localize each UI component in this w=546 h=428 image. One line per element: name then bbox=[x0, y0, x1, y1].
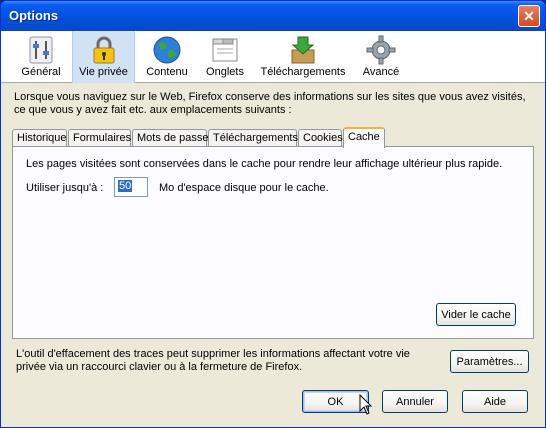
tab-passwords[interactable]: Mots de passe bbox=[132, 129, 209, 147]
title-bar[interactable]: Options ✕ bbox=[1, 1, 545, 31]
download-box-icon bbox=[291, 36, 315, 64]
clear-cache-button[interactable]: Vider le cache bbox=[436, 303, 516, 326]
privacy-description: Lorsque vous naviguez sur le Web, Firefo… bbox=[14, 91, 526, 116]
pane-label: Contenu bbox=[146, 66, 188, 78]
pane-advanced[interactable]: Avancé bbox=[355, 31, 407, 83]
tab-cache[interactable]: Cache bbox=[343, 127, 385, 148]
close-icon: ✕ bbox=[523, 7, 535, 24]
cancel-button[interactable]: Annuler bbox=[382, 390, 448, 413]
tab-forms[interactable]: Formulaires bbox=[68, 129, 131, 147]
tab-downloads[interactable]: Téléchargements bbox=[208, 129, 298, 147]
pane-label: Onglets bbox=[206, 66, 244, 78]
cache-size-unit: Mo d'espace disque pour le cache. bbox=[159, 182, 329, 194]
pane-label: Vie privée bbox=[79, 66, 128, 78]
gear-icon bbox=[366, 35, 396, 65]
help-button[interactable]: Aide bbox=[462, 390, 528, 413]
globe-icon bbox=[153, 36, 181, 64]
pane-downloads[interactable]: Téléchargements bbox=[254, 31, 352, 83]
pane-tabs[interactable]: Onglets bbox=[199, 31, 251, 83]
pane-privacy[interactable]: Vie privée bbox=[72, 31, 135, 83]
mouse-cursor-icon bbox=[359, 394, 373, 415]
cache-limit-label: Utiliser jusqu'à : bbox=[26, 182, 104, 194]
cache-size-value: 50 bbox=[118, 180, 133, 192]
tab-cookies[interactable]: Cookies bbox=[298, 129, 343, 147]
pane-label: Général bbox=[21, 66, 61, 78]
sanitize-description: L'outil d'effacement des traces peut sup… bbox=[16, 348, 410, 373]
general-sliders-icon bbox=[29, 36, 53, 64]
pane-label: Avancé bbox=[362, 66, 400, 78]
close-button[interactable]: ✕ bbox=[518, 5, 540, 27]
pane-content[interactable]: Contenu bbox=[138, 31, 196, 83]
tab-history[interactable]: Historique bbox=[12, 129, 67, 147]
pane-general[interactable]: Général bbox=[13, 31, 69, 83]
cache-panel: Les pages visitées sont conservées dans … bbox=[12, 146, 534, 339]
settings-button[interactable]: Paramètres... bbox=[450, 350, 529, 373]
preference-pane-bar: Général Vie privée Contenu Onglets Téléc… bbox=[1, 31, 545, 83]
tabs-window-icon bbox=[212, 38, 238, 62]
window-title: Options bbox=[9, 8, 59, 23]
options-window: Options ✕ Général Vie privée Contenu Ong… bbox=[0, 0, 546, 428]
padlock-icon bbox=[93, 36, 114, 64]
cache-description: Les pages visitées sont conservées dans … bbox=[26, 158, 503, 170]
pane-label: Téléchargements bbox=[260, 66, 346, 78]
cache-size-input[interactable]: 50 bbox=[114, 177, 148, 197]
